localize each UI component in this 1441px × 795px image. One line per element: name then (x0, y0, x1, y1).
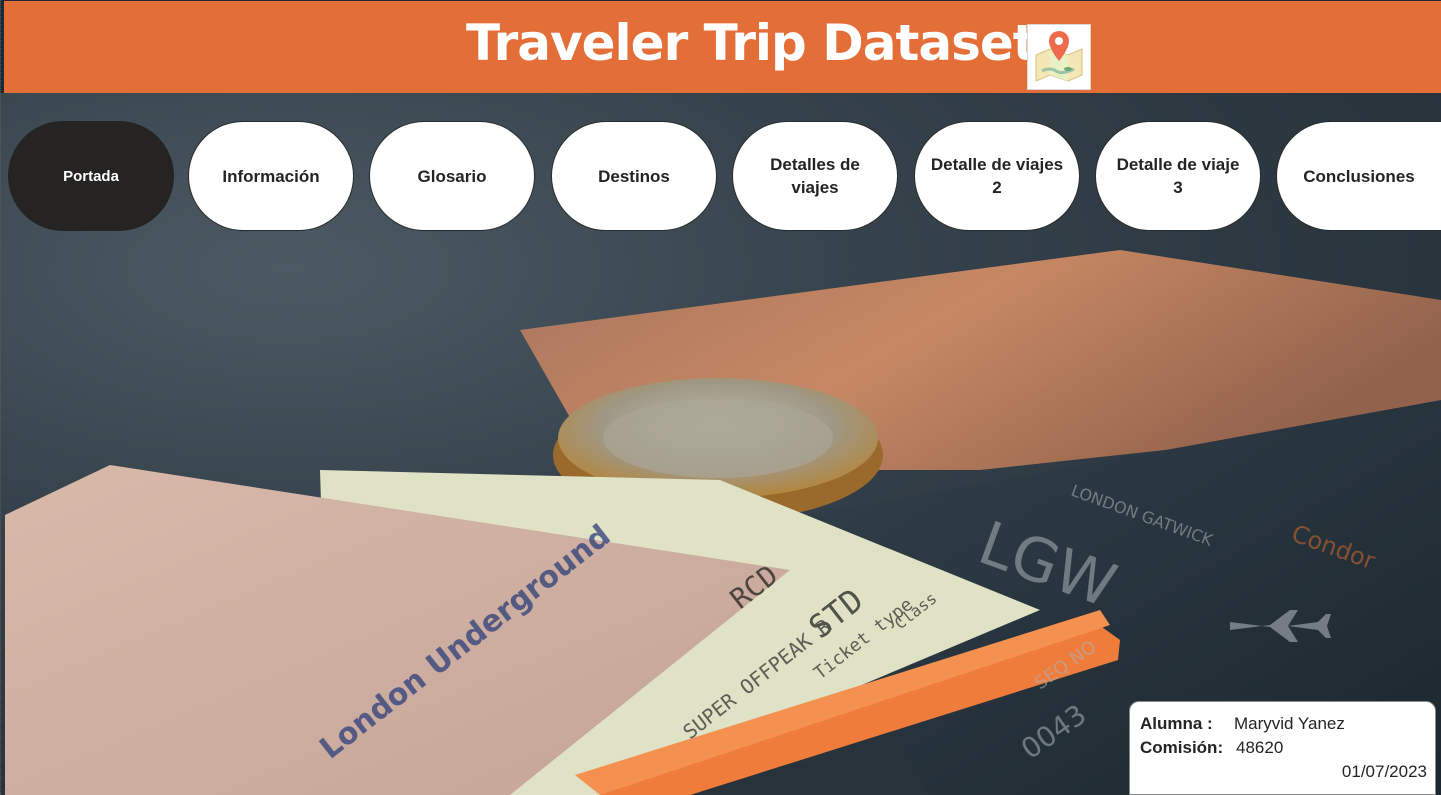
map-pin-icon (1027, 24, 1091, 90)
nav-button-portada[interactable]: Portada (8, 121, 174, 231)
nav-button-conclusiones[interactable]: Conclusiones (1276, 121, 1441, 231)
nav-button-label: Detalle de viajes 2 (930, 155, 1064, 197)
header-bar: Traveler Trip Dataset (4, 1, 1441, 93)
page-title: Traveler Trip Dataset (466, 14, 1037, 72)
student-row: Alumna : Maryvid Yanez (1140, 714, 1345, 734)
student-label: Alumna : (1140, 714, 1213, 733)
left-edge-line (0, 0, 6, 795)
date-text: 01/07/2023 (1341, 762, 1427, 781)
nav-button-detalles-de-viajes[interactable]: Detalles de viajes (732, 121, 898, 231)
nav-button-label: Información (222, 166, 320, 186)
nav-button-label: Conclusiones (1303, 166, 1415, 186)
nav-button-label: Detalles de viajes (770, 155, 860, 197)
student-info-card: Alumna : Maryvid Yanez Comisión: 48620 0… (1129, 701, 1436, 795)
nav-button-informacion[interactable]: Información (188, 121, 354, 231)
nav-button-glosario[interactable]: Glosario (369, 121, 535, 231)
nav-button-detalle-de-viajes-2[interactable]: Detalle de viajes 2 (914, 121, 1080, 231)
nav-button-label: Portada (63, 167, 119, 185)
nav-button-label: Detalle de viaje 3 (1116, 155, 1240, 197)
commission-row: Comisión: 48620 (1140, 738, 1283, 758)
student-name: Maryvid Yanez (1234, 714, 1345, 733)
commission-label: Comisión: (1140, 738, 1224, 757)
nav-button-label: Glosario (417, 166, 487, 186)
nav-button-label: Destinos (598, 166, 670, 186)
commission-value: 48620 (1236, 738, 1284, 757)
nav-button-destinos[interactable]: Destinos (551, 121, 717, 231)
nav-button-detalle-de-viaje-3[interactable]: Detalle de viaje 3 (1095, 121, 1261, 231)
